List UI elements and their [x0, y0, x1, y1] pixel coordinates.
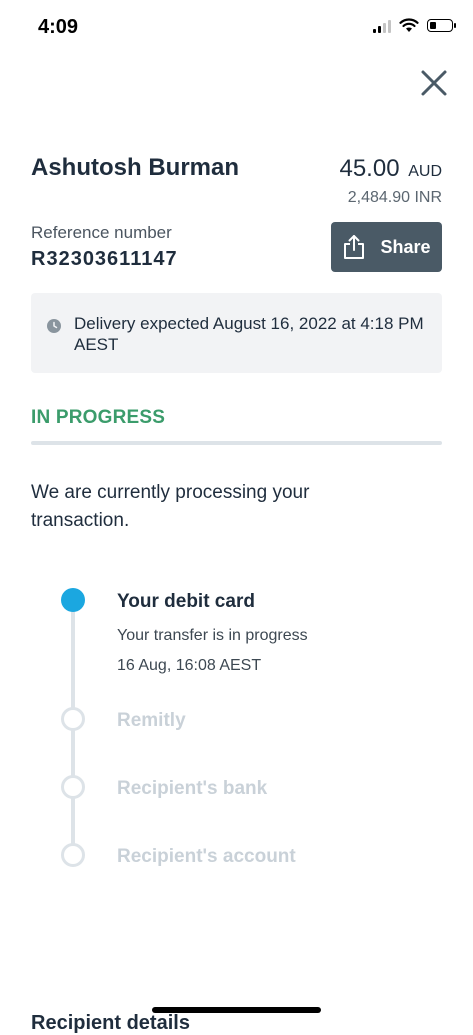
share-icon [344, 235, 365, 259]
step-detail: Your transfer is in progress [117, 627, 308, 644]
reference-number: R32303611147 [31, 248, 178, 270]
status-bar: 4:09 [0, 0, 473, 56]
close-button[interactable] [417, 66, 451, 100]
status-time: 4:09 [38, 16, 79, 38]
amount-block: 45.00 AUD 2,484.90 INR [339, 155, 442, 207]
recipient-name: Ashutosh Burman [31, 154, 240, 181]
timeline-dot-recipient-account [61, 843, 85, 867]
converted-amount: 2,484.90 INR [347, 189, 442, 206]
timeline-dot-remitly [61, 707, 85, 731]
wifi-icon [399, 18, 419, 32]
status-divider [31, 441, 442, 445]
send-amount: 45.00 AUD [339, 155, 442, 183]
delivery-banner: Delivery expected August 16, 2022 at 4:1… [31, 293, 442, 373]
delivery-text: Delivery expected August 16, 2022 at 4:1… [74, 314, 424, 354]
status-label: IN PROGRESS [31, 407, 166, 428]
share-button[interactable]: Share [331, 222, 442, 272]
clock-icon [47, 319, 61, 333]
timeline-dot-active [61, 588, 85, 612]
timeline-dot-recipient-bank [61, 775, 85, 799]
status-icons [373, 18, 456, 33]
step-title-remitly: Remitly [117, 710, 186, 731]
share-label: Share [380, 236, 431, 257]
signal-icon [373, 19, 391, 33]
send-amount-value: 45.00 [339, 155, 400, 182]
reference-label: Reference number [31, 223, 172, 242]
send-currency: AUD [408, 163, 442, 180]
close-icon [421, 70, 447, 96]
step-timestamp: 16 Aug, 16:08 AEST [117, 657, 262, 674]
step-title-debit-card: Your debit card [117, 591, 255, 612]
step-title-recipient-account: Recipient's account [117, 846, 296, 867]
status-message: We are currently processing your transac… [31, 482, 310, 531]
battery-icon [427, 19, 456, 32]
home-indicator[interactable] [152, 1007, 321, 1013]
step-title-recipient-bank: Recipient's bank [117, 778, 268, 799]
